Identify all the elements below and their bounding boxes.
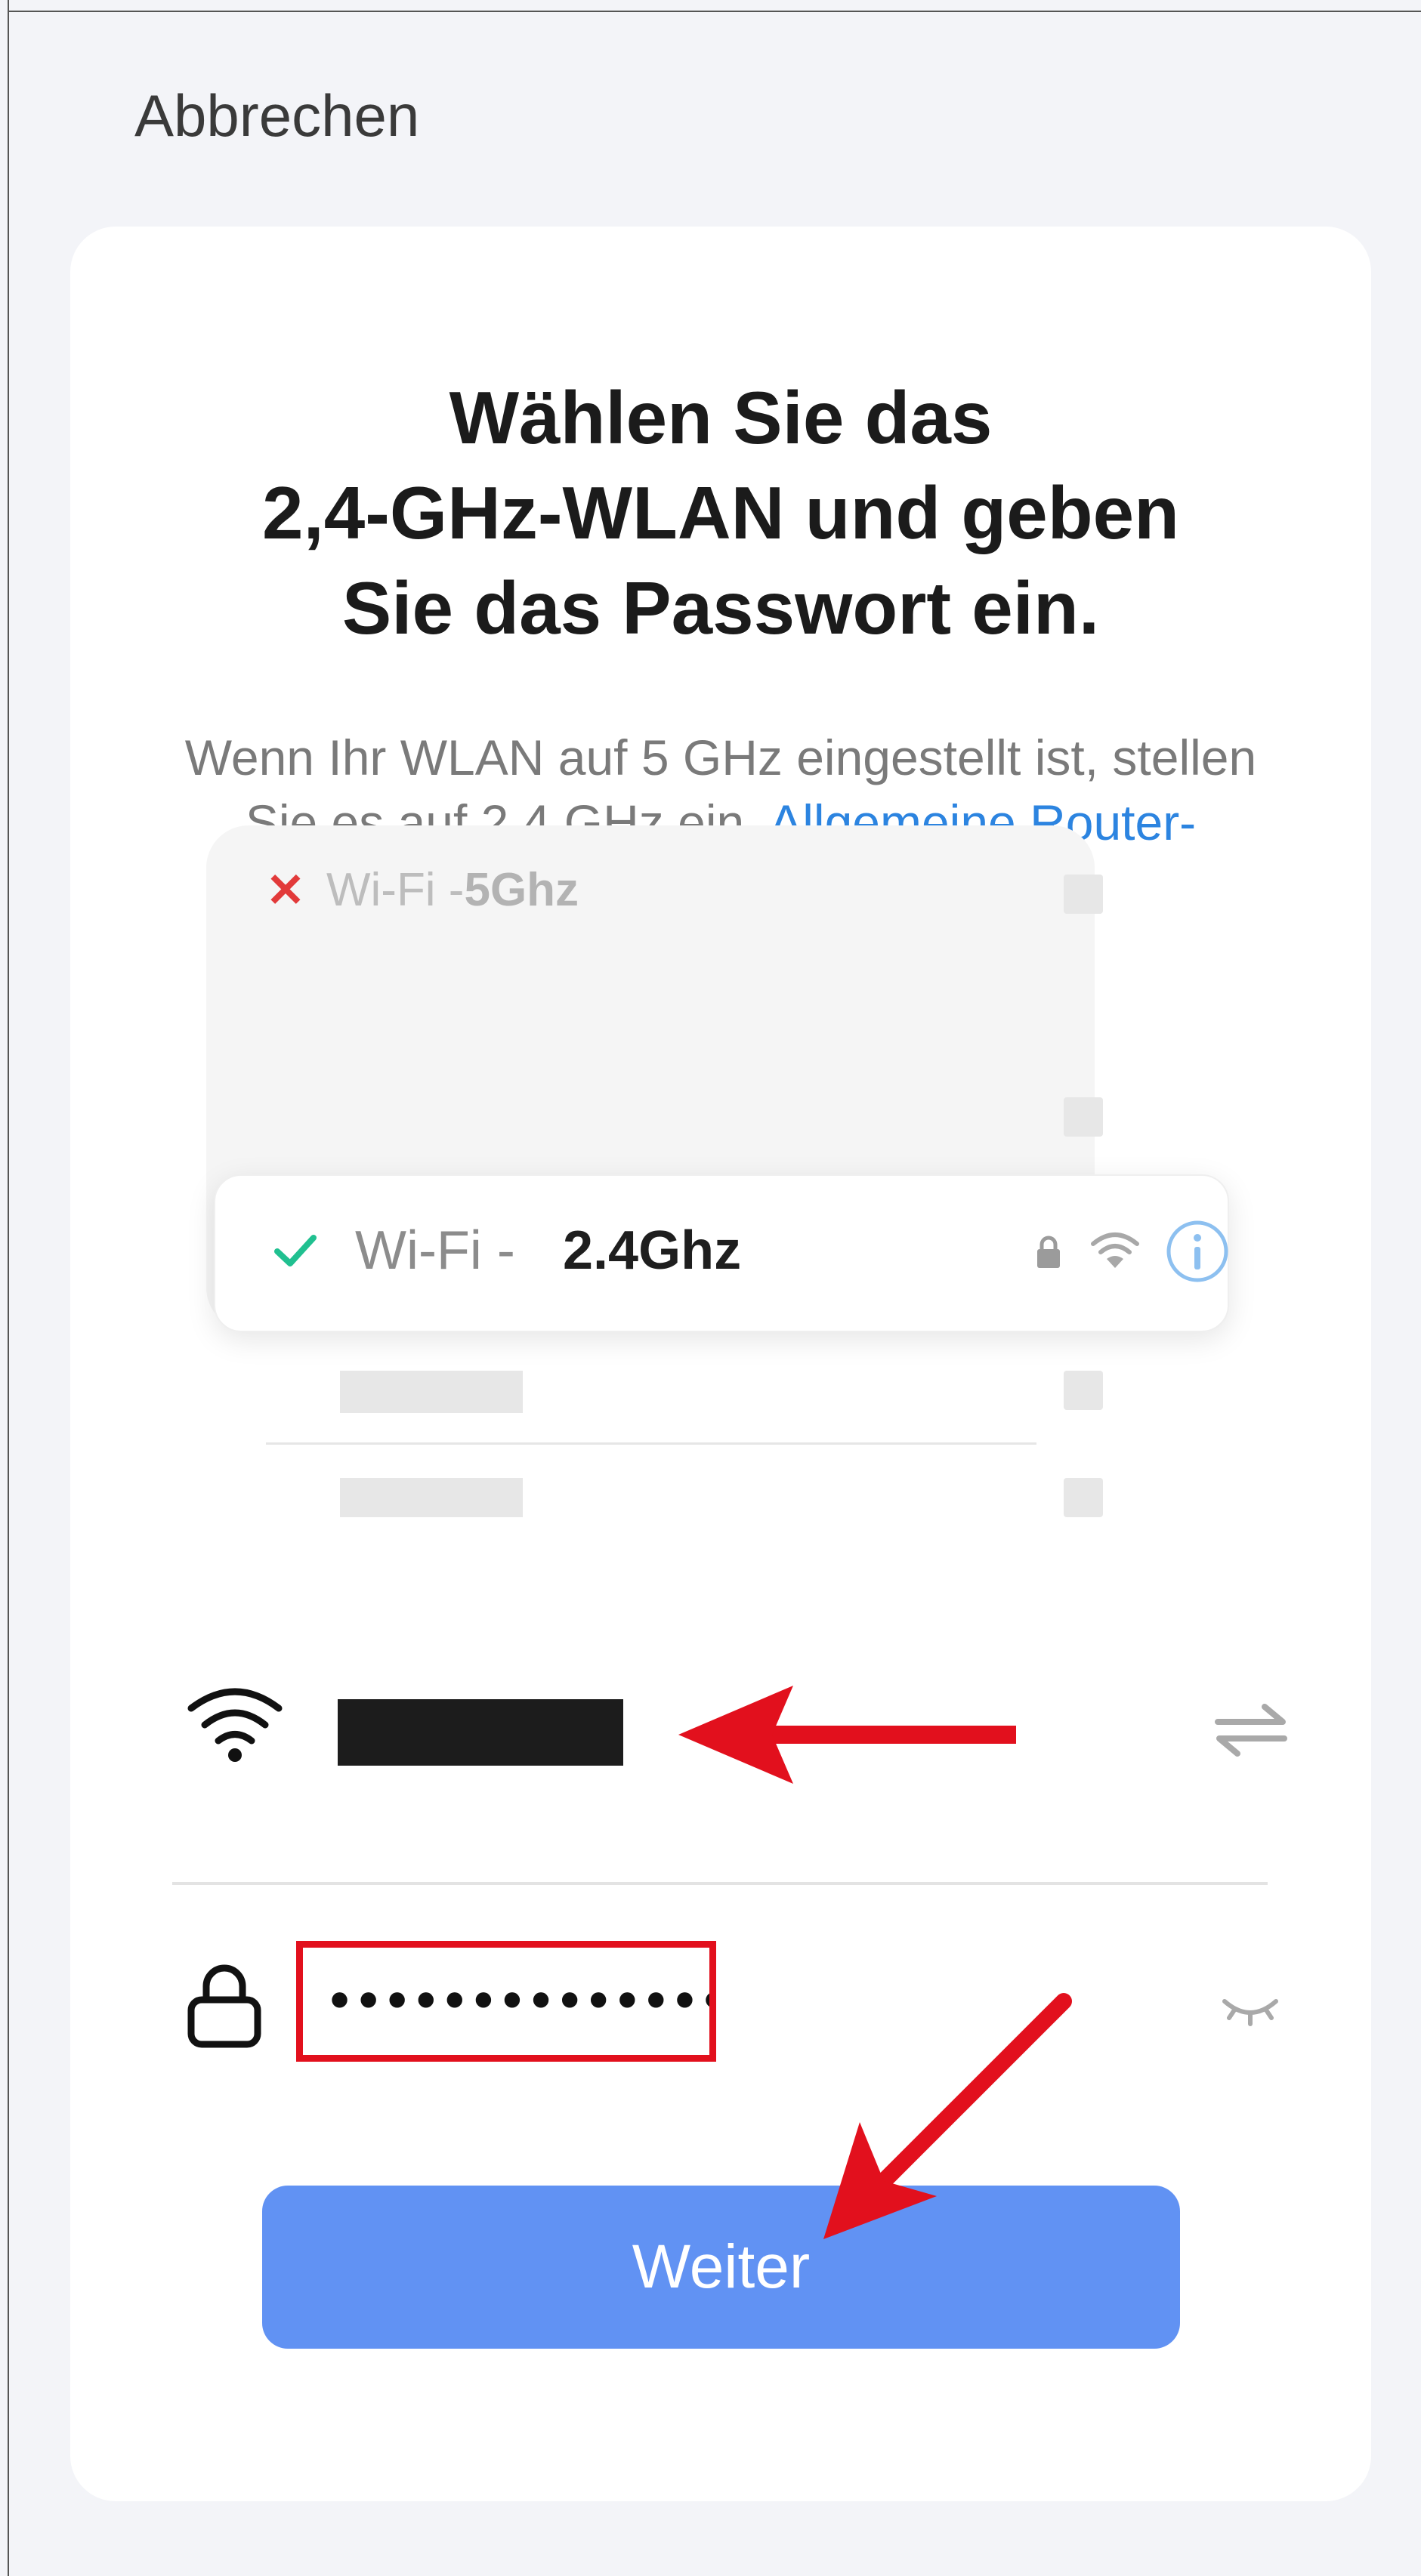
x-icon: ✕ (266, 864, 305, 917)
form-divider (172, 1882, 1268, 1885)
check-icon (274, 1235, 317, 1266)
wifi-row-2-4ghz: Wi-Fi - 2.4Ghz (214, 1174, 1229, 1332)
wifi-row-band: 2.4Ghz (563, 1220, 742, 1281)
title-line: 2,4-GHz-WLAN und geben (261, 471, 1180, 554)
wifi-row-prefix: Wi-Fi - (326, 863, 465, 916)
ssid-field[interactable] (338, 1699, 623, 1766)
placeholder-square (1064, 1097, 1103, 1137)
info-icon (1166, 1220, 1228, 1282)
lock-icon (187, 1964, 261, 2048)
title-line: Wählen Sie das (449, 376, 993, 459)
wifi-setup-card: Wählen Sie das 2,4-GHz-WLAN und geben Si… (70, 227, 1371, 2501)
wifi-row-5ghz: ✕ Wi-Fi - 5Ghz (266, 859, 579, 920)
lock-icon (1037, 1236, 1060, 1268)
placeholder-square (1064, 1478, 1103, 1517)
placeholder-bar (340, 1371, 523, 1413)
title-line: Sie das Passwort ein. (341, 566, 1100, 649)
next-button[interactable]: Weiter (262, 2186, 1180, 2349)
placeholder-divider (266, 1442, 1036, 1445)
frame-border-top (8, 11, 1421, 12)
placeholder-bar (340, 1478, 523, 1517)
placeholder-square (1064, 1371, 1103, 1410)
wifi-icon (187, 1688, 283, 1762)
swap-arrows-icon[interactable] (1213, 1699, 1289, 1760)
eye-closed-icon[interactable] (1220, 1986, 1280, 2031)
placeholder-square (1064, 875, 1103, 914)
cancel-button[interactable]: Abbrechen (134, 82, 419, 150)
wifi-row-band: 5Ghz (464, 863, 579, 916)
page-title: Wählen Sie das 2,4-GHz-WLAN und geben Si… (70, 370, 1371, 656)
password-input[interactable] (296, 1941, 716, 2062)
frame-border-left (8, 0, 9, 2576)
wifi-icon (1091, 1232, 1139, 1268)
wifi-row-prefix: Wi-Fi - (355, 1220, 515, 1281)
